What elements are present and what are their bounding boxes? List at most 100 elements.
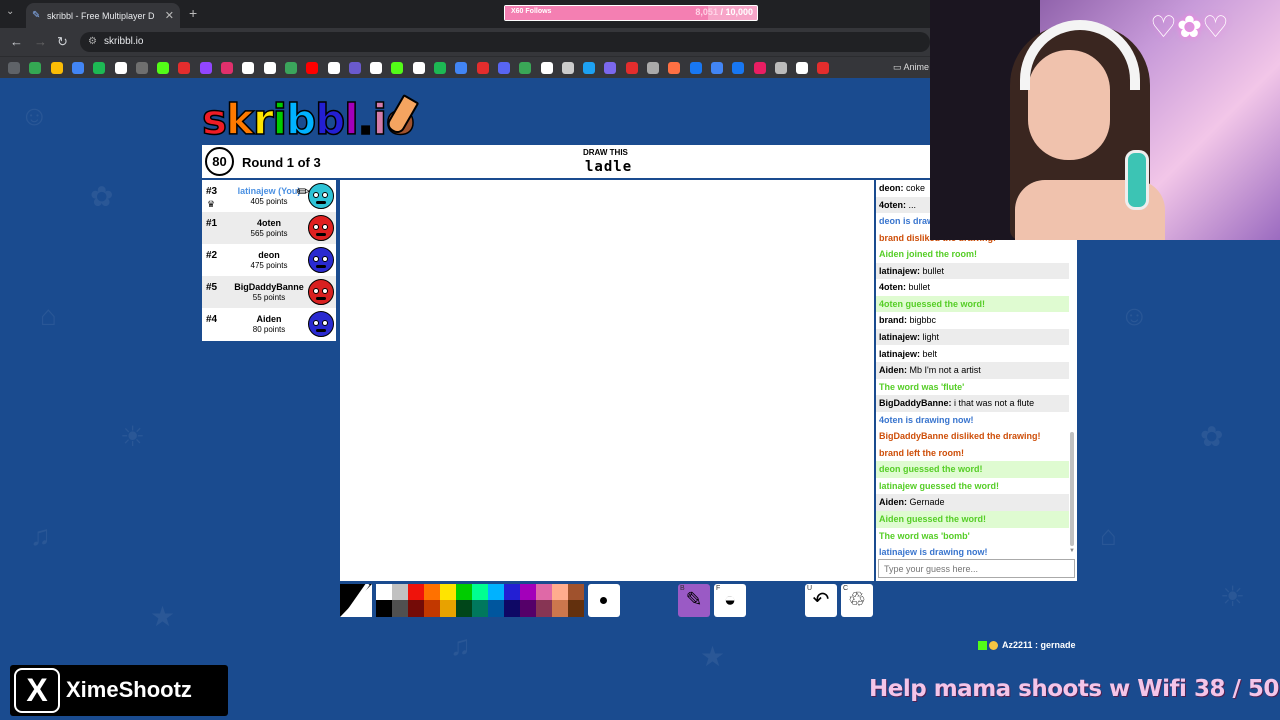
bookmark-icon[interactable] (732, 62, 745, 74)
color-swatch[interactable] (440, 600, 456, 617)
new-tab-icon[interactable]: + (189, 5, 197, 21)
current-color-swatch[interactable] (340, 584, 372, 617)
bookmark-icon[interactable] (455, 62, 468, 74)
browser-tab[interactable]: ✎ skribbl - Free Multiplayer D ✕ (26, 3, 180, 28)
logo-letter: k (225, 94, 254, 145)
bookmark-icon[interactable] (221, 62, 233, 74)
bookmark-icon[interactable] (157, 62, 170, 74)
bookmark-icon[interactable] (412, 62, 425, 74)
color-swatch[interactable] (392, 584, 408, 600)
word-to-draw: ladle (585, 159, 633, 175)
chat-scrollbar[interactable] (1070, 432, 1074, 546)
player-row[interactable]: #3 ♛ latinajew (You) 405 points ✏ (202, 180, 336, 212)
color-swatch[interactable] (424, 600, 440, 617)
bookmark-icon[interactable] (29, 62, 42, 74)
color-swatch[interactable] (504, 600, 520, 617)
bookmark-icon[interactable] (199, 62, 212, 74)
bookmark-icon[interactable] (817, 62, 830, 74)
url-field[interactable]: ⚙ skribbl.io (80, 32, 930, 52)
forward-icon[interactable]: → (34, 34, 47, 49)
bookmark-icon[interactable] (625, 62, 638, 74)
color-swatch[interactable] (488, 584, 504, 600)
bookmark-icon[interactable] (647, 62, 659, 74)
color-swatch[interactable] (520, 584, 536, 600)
color-swatch[interactable] (552, 584, 568, 600)
tab-search-icon[interactable]: ⌄ (6, 6, 14, 17)
drawing-canvas[interactable] (340, 180, 874, 581)
close-tab-icon[interactable]: ✕ (165, 9, 174, 22)
color-swatch[interactable] (504, 584, 520, 600)
bookmark-icon[interactable] (540, 62, 553, 74)
color-swatch[interactable] (392, 600, 408, 617)
bookmark-folder[interactable]: ▭ Anime (893, 62, 929, 73)
reload-icon[interactable]: ↻ (57, 34, 68, 50)
guess-input[interactable] (878, 559, 1075, 578)
bookmark-icon[interactable] (774, 62, 787, 74)
bookmark-icon[interactable] (50, 62, 63, 74)
color-swatch[interactable] (408, 584, 424, 600)
color-swatch[interactable] (552, 600, 568, 617)
undo-button[interactable]: U ↶ (805, 584, 837, 617)
bookmark-icon[interactable] (306, 62, 319, 74)
chat-username: 4oten (879, 282, 904, 293)
color-swatch[interactable] (536, 584, 552, 600)
color-palette (376, 584, 584, 617)
chat-username: Aiden (879, 497, 905, 508)
color-swatch[interactable] (568, 600, 584, 617)
bookmark-icon[interactable] (348, 62, 361, 74)
color-swatch[interactable] (536, 600, 552, 617)
bookmark-icon[interactable] (710, 62, 723, 74)
player-row[interactable]: #2 deon 475 points (202, 244, 336, 276)
bookmark-icon[interactable] (583, 62, 596, 74)
bookmark-icon[interactable] (689, 62, 702, 74)
bookmark-icon[interactable] (753, 62, 766, 74)
color-swatch[interactable] (456, 584, 472, 600)
bookmark-icon[interactable] (71, 62, 84, 74)
bookmark-icon[interactable] (327, 62, 340, 74)
site-info-icon[interactable]: ⚙ (88, 32, 97, 52)
color-swatch[interactable] (488, 600, 504, 617)
color-swatch[interactable] (568, 584, 584, 600)
player-row[interactable]: #5 BigDaddyBanne 55 points (202, 276, 336, 308)
color-swatch[interactable] (376, 600, 392, 617)
bookmark-icon[interactable] (178, 62, 191, 74)
back-icon[interactable]: ← (10, 34, 23, 49)
bookmark-icon[interactable] (497, 62, 510, 74)
color-swatch[interactable] (520, 600, 536, 617)
color-swatch[interactable] (408, 600, 424, 617)
bookmark-icon[interactable] (263, 62, 276, 74)
bookmark-icon[interactable] (391, 62, 404, 74)
bookmark-icon[interactable] (604, 62, 617, 74)
player-row[interactable]: #1 4oten 565 points (202, 212, 336, 244)
player-avatar (308, 247, 334, 273)
shortcut-key: C (843, 585, 849, 592)
color-swatch[interactable] (440, 584, 456, 600)
clear-button[interactable]: C ♲ (841, 584, 873, 617)
pen-tool[interactable]: B ✎ (678, 584, 710, 617)
bookmark-icon[interactable] (114, 62, 127, 74)
chat-system-text: 4oten guessed the word! (879, 298, 986, 309)
chat-message: Aiden: Gernade (876, 494, 1069, 511)
bookmark-icon[interactable] (284, 62, 297, 74)
bookmark-icon[interactable] (561, 62, 574, 74)
bookmark-icon[interactable] (796, 62, 809, 74)
brush-size-button[interactable] (588, 584, 620, 617)
bookmark-icon[interactable] (370, 62, 383, 74)
bookmark-icon[interactable] (135, 62, 148, 74)
bookmark-icon[interactable] (8, 62, 20, 74)
color-swatch[interactable] (376, 584, 392, 600)
chat-text: Gernade (909, 497, 945, 508)
bookmark-icon[interactable] (93, 62, 106, 74)
bookmark-icon[interactable] (242, 62, 255, 74)
bookmark-icon[interactable] (434, 62, 446, 74)
bookmark-icon[interactable] (476, 62, 489, 74)
color-swatch[interactable] (472, 600, 488, 617)
scroll-down-icon[interactable]: ▼ (1069, 548, 1075, 554)
bookmark-icon[interactable] (519, 62, 532, 74)
fill-tool[interactable]: F ◒ (714, 584, 746, 617)
bookmark-icon[interactable] (668, 62, 681, 74)
player-row[interactable]: #4 Aiden 80 points (202, 308, 336, 340)
color-swatch[interactable] (472, 584, 488, 600)
color-swatch[interactable] (456, 600, 472, 617)
color-swatch[interactable] (424, 584, 440, 600)
